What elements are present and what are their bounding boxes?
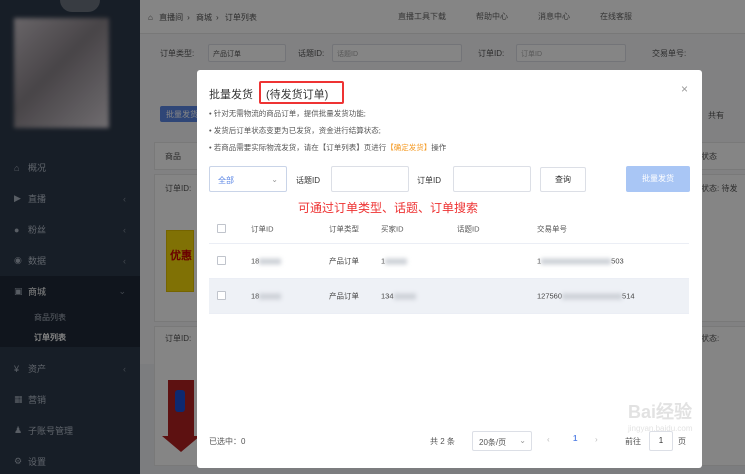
trade-no-tail: 514 [622,291,635,301]
redacted [259,258,282,265]
row-checkbox[interactable] [217,256,226,265]
tip-line: • 发货后订单状态变更为已发货，资金进行结算状态; [209,126,381,135]
cell-buyer-id: 134 [381,292,416,301]
select-all-checkbox[interactable] [217,224,226,233]
watermark-text: Bai经验 [628,402,693,422]
cell-buyer-id: 1 [381,257,408,266]
chevron-down-icon: ⌄ [519,436,526,445]
trade-no-tail: 503 [611,256,624,266]
redacted [259,293,282,300]
batch-ship-dialog: 批量发货 (待发货订单) × • 针对无需物流的商品订单，提供批量发货功能; •… [197,70,702,468]
redacted [385,258,408,265]
topic-id-input[interactable] [331,166,409,192]
tip-line: • 针对无需物流的商品订单，提供批量发货功能; [209,109,366,118]
selected-count: 已选中：0 [209,437,246,446]
col-order-id: 订单ID [251,224,274,234]
order-id-value: 18 [251,256,260,266]
col-order-type: 订单类型 [329,224,359,234]
redacted [562,293,623,300]
tip-text: 操作 [431,143,447,152]
batch-ship-button[interactable]: 批量发货 [626,166,690,192]
col-trade-no: 交易单号 [537,224,567,234]
watermark-sub: jingyan.baidu.com [628,424,693,433]
app-root: ⌂ 概况 ▶ 直播 ‹ ● 粉丝 ‹ ◉ 数据 ‹ ▣ 商城 ⌄ 商品列表 订单列表 ¥ 资产 ‹ ▦… [0,0,745,474]
row-checkbox[interactable] [217,291,226,300]
page-number-current[interactable]: 1 [573,434,577,443]
table-bottom-border [209,313,689,314]
cell-order-type: 产品订单 [329,256,359,266]
tip-text: • 若商品需要实际物流发货，请在【订单列表】页进行 [209,143,387,152]
dialog-subtitle: (待发货订单) [266,89,329,101]
order-type-select[interactable]: 全部 ⌄ [209,166,287,192]
total-count: 共 2 条 [430,437,455,446]
trade-no-value: 127560 [537,291,563,301]
order-id-label: 订单ID [417,176,441,185]
chevron-down-icon: ⌄ [271,175,278,184]
redacted [541,258,612,265]
page-size-select[interactable]: 20条/页 ⌄ [472,431,532,451]
close-icon[interactable]: × [681,82,688,96]
cell-order-id: 18 [251,256,282,266]
prev-page-icon[interactable]: ‹ [547,435,550,444]
tip-line: • 若商品需要实际物流发货，请在【订单列表】页进行【确定发货】操作 [209,142,446,153]
order-id-input[interactable] [453,166,531,192]
select-value: 全部 [218,176,234,185]
redacted [393,293,416,300]
buyer-id-value: 134 [381,291,394,301]
tip-highlight: 【确定发货】 [386,143,432,152]
table-row[interactable]: 18 产品订单 134 127560 514 [209,278,689,313]
watermark-logo: Bai经验 jingyan.baidu.com [628,398,738,458]
annotation-text: 可通过订单类型、话题、订单搜索 [298,201,479,215]
cell-order-type: 产品订单 [329,291,359,301]
table-row[interactable]: 18 产品订单 1 1 503 [209,243,689,278]
page-size-value: 20条/页 [479,438,507,447]
col-topic-id: 话题ID [457,224,480,234]
order-id-value: 18 [251,291,260,301]
dialog-title: 批量发货 [209,89,253,101]
query-button[interactable]: 查询 [540,167,586,192]
next-page-icon[interactable]: › [595,435,598,444]
cell-trade-no: 1 503 [537,257,624,266]
topic-id-label: 话题ID [296,176,320,185]
cell-order-id: 18 [251,291,282,301]
col-buyer-id: 买家ID [381,224,404,234]
table-header: 订单ID 订单类型 买家ID 话题ID 交易单号 [209,215,689,243]
cell-trade-no: 127560 514 [537,292,635,301]
